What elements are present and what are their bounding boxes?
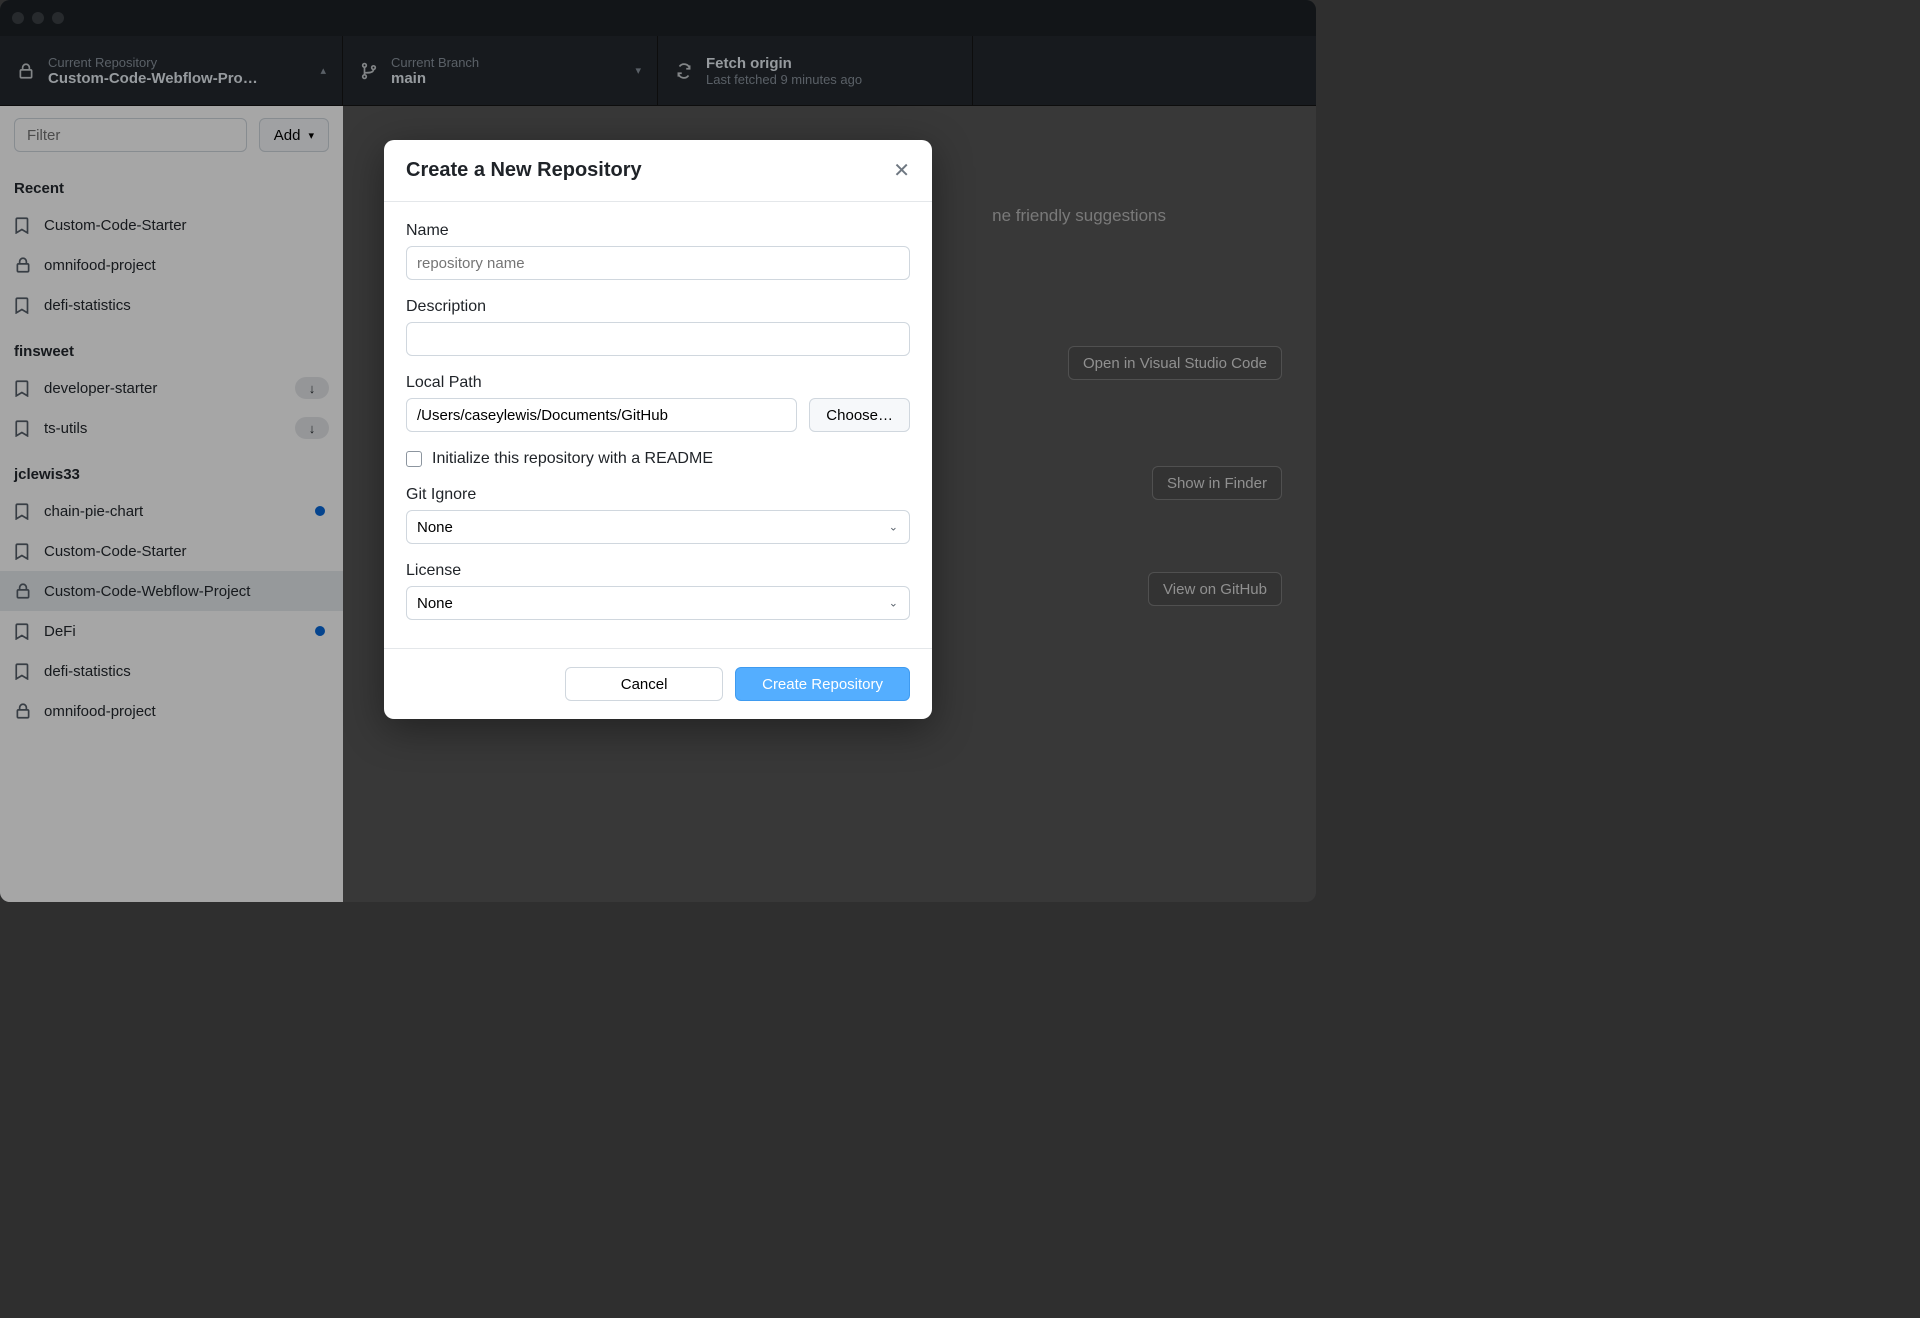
- license-label: License: [406, 562, 910, 580]
- create-repository-button[interactable]: Create Repository: [735, 667, 910, 701]
- choose-path-button[interactable]: Choose…: [809, 398, 910, 432]
- close-icon: ✕: [893, 160, 910, 182]
- local-path-input[interactable]: [406, 398, 797, 432]
- readme-label: Initialize this repository with a README: [432, 450, 713, 468]
- modal-title: Create a New Repository: [406, 159, 642, 182]
- app-window: Current Repository Custom-Code-Webflow-P…: [0, 0, 1316, 902]
- cancel-button[interactable]: Cancel: [565, 667, 723, 701]
- description-label: Description: [406, 298, 910, 316]
- license-select[interactable]: [406, 586, 910, 620]
- create-repository-modal: Create a New Repository ✕ Name Descripti…: [384, 140, 932, 719]
- gitignore-select[interactable]: [406, 510, 910, 544]
- close-modal-button[interactable]: ✕: [893, 158, 910, 183]
- name-label: Name: [406, 222, 910, 240]
- description-input[interactable]: [406, 322, 910, 356]
- repository-name-input[interactable]: [406, 246, 910, 280]
- gitignore-label: Git Ignore: [406, 486, 910, 504]
- local-path-label: Local Path: [406, 374, 910, 392]
- readme-checkbox[interactable]: [406, 451, 422, 467]
